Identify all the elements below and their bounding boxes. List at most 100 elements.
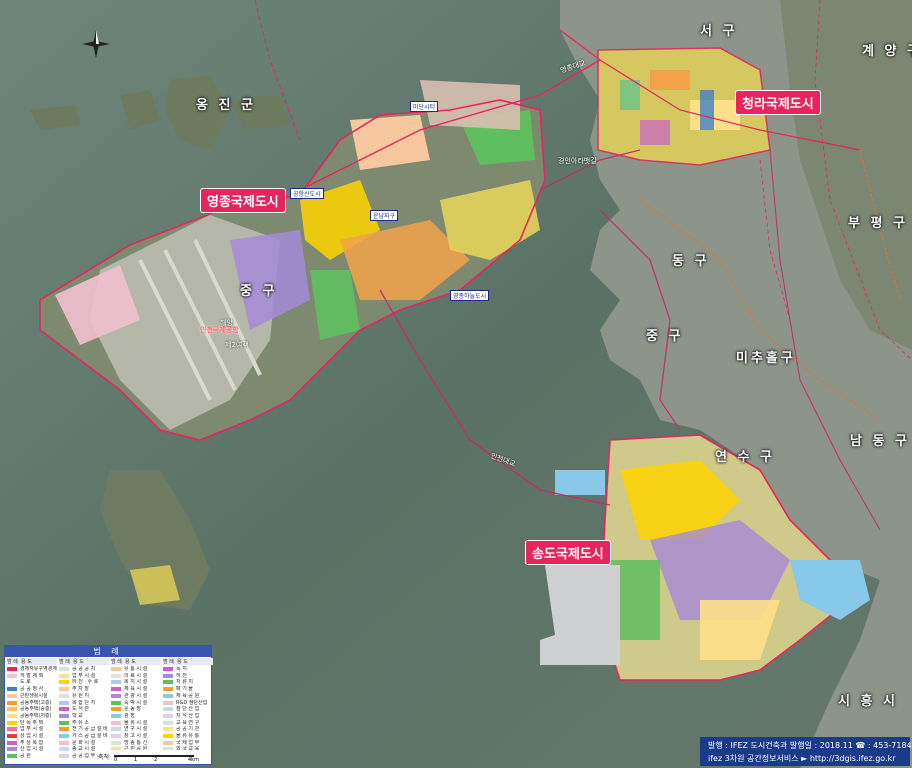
tag-midan[interactable]: 미단시티 [410,101,439,112]
legend-label: 교 육 연 구 [176,719,200,726]
legend-swatch [163,680,173,685]
legend-swatch [7,720,17,725]
legend-swatch [163,700,173,705]
legend-swatch [111,687,121,692]
west-basin [555,470,605,495]
tag-unnam[interactable]: 운남지구 [370,210,399,221]
legend-label: 체 육 시 설 [124,686,148,693]
legend-swatch [59,754,69,759]
legend-label: 지 식 산 업 [176,712,200,719]
map-legend: 범 례 범 례용 도 경제자유구역경계 개 발 계 획도 로공 공 청 사 근린생활시… [4,645,213,765]
district-jung-west: 중 구 [240,284,278,299]
legend-swatch [59,687,69,692]
legend-label: 근린생활시설 [20,692,48,699]
legend-label: 물 류 유 통 [176,733,200,739]
legend-label: 방 송 통 신 [124,739,148,746]
legend-swatch [7,667,17,671]
legend-swatch [59,680,69,685]
district-dong: 동 구 [672,254,710,269]
legend-header: 용 도 [125,658,161,665]
legend-header: 범 례 [59,658,73,665]
legend-header: 범 례 [163,658,177,665]
legend-label: 단 독 주 택 [20,719,44,726]
scale-bar: 축척 0 1 2 4km [98,750,208,763]
footer-website-link[interactable]: ifez 3차원 공간정보서비스 ► http://3dgis.ifez.go.… [708,753,896,764]
legend-swatch [111,680,121,685]
publisher-footer: 발행 : IFEZ 도시건축과 발행일 : 2018.11 ☎ : 453-71… [700,737,912,766]
legend-swatch [7,687,17,692]
legend-swatch [111,693,121,698]
legend-swatch [163,727,173,732]
legend-swatch [163,734,173,738]
callout-yeongjong[interactable]: 영종국제도시 [200,188,286,213]
legend-label: 공 공 기 관 [176,726,200,733]
legend-label: 학 교 [72,712,83,719]
legend-label: 업 무 시 설 [72,672,96,679]
tag-airport-city[interactable]: 공항신도시 [290,188,324,199]
district-seo: 서 구 [700,24,738,39]
legend-swatch [111,740,121,745]
district-namdong: 남 동 구 [850,434,910,449]
legend-swatch [7,693,17,698]
legend-label: 관 광 시 설 [124,692,148,699]
legend-header: 범 례 [7,658,21,665]
legend-label: 주 유 소 [72,719,89,726]
legend-swatch [59,713,69,718]
legend-swatch [111,727,121,732]
legend-swatch [7,747,17,752]
legend-label: 도 로 [20,679,31,686]
legend-label: 체 육 공 원 [176,692,200,699]
legend-swatch [7,727,17,732]
legend-label: 가 스 공 급 설 비 [72,733,108,739]
legend-swatch [7,700,17,705]
legend-swatch [7,734,17,738]
legend-label: 업 무 시 설 [20,726,44,733]
legend-swatch [59,747,69,752]
legend-swatch [111,720,121,725]
legend-swatch [111,734,121,738]
legend-header: 용 도 [73,658,109,665]
legend-swatch [7,673,17,678]
legend-swatch [59,707,69,712]
legend-label: 개 발 계 획 [20,672,44,679]
legend-swatch [163,667,173,671]
district-gyeyang: 계 양 구 [862,44,912,59]
legend-label: 산 업 시 설 [20,746,44,753]
footer-publisher: 발행 : IFEZ 도시건축과 발행일 : 2018.11 ☎ : 453-71… [708,741,912,750]
legend-label: 공 원 [20,753,31,760]
district-ongjin: 옹 진 군 [196,98,256,113]
legend-label: 복 지 시 설 [124,679,148,686]
legend-swatch [163,693,173,698]
label-gyeongin: 경인아라뱃길 [558,157,597,165]
legend-swatch [111,713,121,718]
legend-swatch [7,680,17,685]
legend-swatch [163,740,173,745]
callout-songdo[interactable]: 송도국제도시 [525,540,611,565]
legend-swatch [163,687,173,692]
district-bupyeong: 부 평 구 [848,216,908,231]
legend-label: 국 제 업 무 [176,739,200,746]
legend-label: 폐 기 물 [176,686,193,693]
legend-swatch [163,720,173,725]
legend-label: 상 업 시 설 [20,733,44,739]
legend-header: 용 도 [177,658,213,665]
scale-tick-1: 1 [134,757,138,763]
tag-haneul[interactable]: 영종하늘도시 [450,290,490,301]
legend-swatch [59,693,69,698]
legend-label: 창 고 시 설 [124,733,148,739]
legend-label: 복 합 단 지 [72,699,96,706]
callout-cheongna[interactable]: 청라국제도시 [735,90,821,115]
legend-swatch [7,740,17,745]
legend-swatch [163,713,173,718]
scale-tick-3: 4km [188,757,199,763]
legend-label: 경제자유구역경계 [20,666,57,672]
legend-label: R&D 첨단산업 [176,699,208,706]
legend-header: 용 도 [21,658,57,665]
legend-swatch [7,754,17,759]
legend-swatch [111,673,121,678]
district-michuhol: 미추홀구 [736,351,796,366]
label-sea: 해양 [220,319,233,327]
legend-label: 광 장 [124,712,135,719]
legend-swatch [59,720,69,725]
legend-label: 유 원 지 [72,692,89,699]
